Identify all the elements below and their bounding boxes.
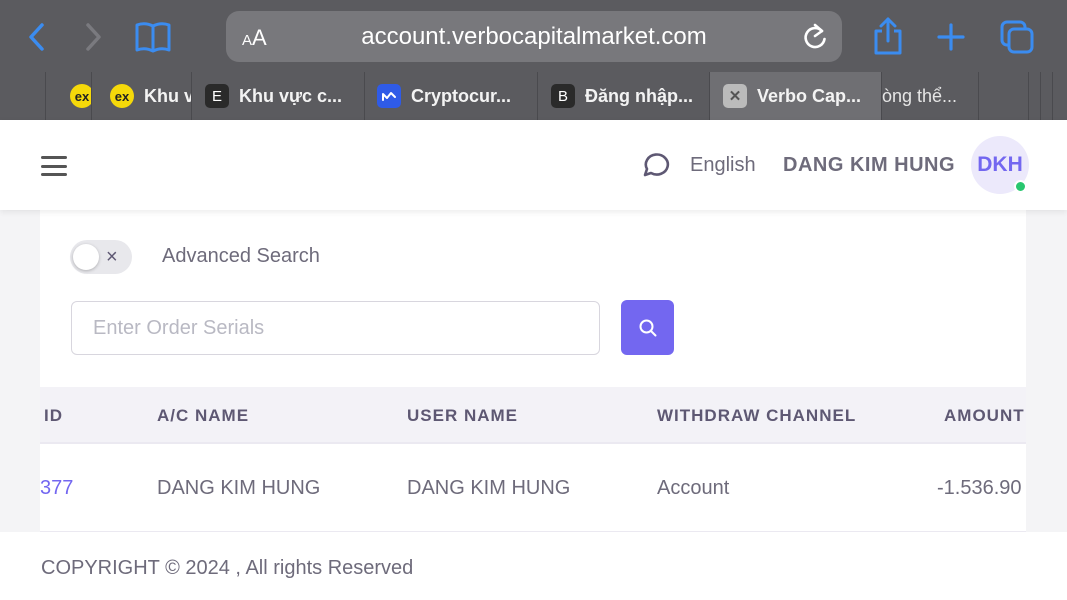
tab-placeholder	[1040, 72, 1052, 120]
column-header-id[interactable]: ID	[44, 406, 63, 426]
coinmarketcap-icon	[377, 84, 401, 108]
language-selector[interactable]: English	[690, 154, 756, 177]
url-text[interactable]: account.verbocapitalmarket.com	[226, 23, 842, 51]
user-name[interactable]: DANG KIM HUNG	[783, 154, 955, 177]
forward-icon[interactable]	[82, 22, 104, 52]
tab-cryptocurrency[interactable]: Cryptocur...	[364, 72, 537, 120]
tab-verbo-capital[interactable]: ✕ Verbo Cap...	[709, 72, 881, 120]
row-user-name: DANG KIM HUNG	[407, 477, 571, 499]
tab-placeholder	[1052, 72, 1067, 120]
app-header: English DANG KIM HUNG DKH	[0, 120, 1067, 210]
toggle-off-icon: ×	[106, 246, 118, 268]
advanced-search-label: Advanced Search	[162, 245, 320, 267]
tab-label: Khu vực c...	[239, 85, 343, 106]
close-tab-icon[interactable]: ✕	[723, 84, 747, 108]
tab-label: Đăng nhập...	[585, 85, 693, 106]
menu-icon[interactable]	[41, 156, 67, 176]
row-id-link[interactable]: 377	[40, 477, 73, 500]
row-ac-name: DANG KIM HUNG	[157, 477, 321, 499]
b-letter-icon: B	[551, 84, 575, 108]
copyright-text: COPYRIGHT © 2024 , All rights Reserved	[41, 557, 414, 579]
column-header-ac-name[interactable]: A/C NAME	[157, 406, 249, 426]
address-bar[interactable]: AA account.verbocapitalmarket.com	[226, 11, 842, 62]
tab-label: Verbo Cap...	[757, 85, 862, 106]
tab-exness-1[interactable]: ex	[45, 72, 91, 120]
exness-icon: ex	[110, 84, 134, 108]
advanced-search-toggle[interactable]: ×	[70, 240, 132, 274]
share-icon[interactable]	[872, 16, 904, 56]
online-status-dot	[1014, 180, 1027, 193]
back-icon[interactable]	[26, 22, 48, 52]
tab-placeholder	[1028, 72, 1040, 120]
table-header: ID A/C NAME USER NAME WITHDRAW CHANNEL A…	[40, 387, 1026, 444]
column-header-user-name[interactable]: USER NAME	[407, 406, 518, 426]
withdraw-history-card: × Advanced Search ID A/C NAME USER NAME …	[40, 210, 1026, 532]
page-footer: COPYRIGHT © 2024 , All rights Reserved	[0, 532, 1067, 600]
tab-label: Khu v	[144, 85, 191, 106]
toggle-knob	[73, 244, 99, 270]
tabs-overview-icon[interactable]	[999, 19, 1035, 55]
tab-exness-2[interactable]: ex Khu v	[91, 72, 191, 120]
tab-label: òng thể...	[882, 85, 958, 106]
tab-label: Cryptocur...	[411, 85, 512, 106]
column-header-withdraw-channel[interactable]: WITHDRAW CHANNEL	[657, 406, 856, 426]
tab-dang-nhap[interactable]: B Đăng nhập...	[537, 72, 709, 120]
exness-icon: ex	[70, 84, 91, 108]
table-row: 377 DANG KIM HUNG DANG KIM HUNG Account …	[40, 444, 1026, 532]
browser-toolbar: AA account.verbocapitalmarket.com	[0, 0, 1067, 72]
order-serials-input[interactable]	[71, 301, 600, 355]
reload-icon[interactable]	[802, 23, 828, 56]
row-withdraw-channel: Account	[657, 477, 730, 499]
e-letter-icon: E	[205, 84, 229, 108]
tab-khu-vuc[interactable]: E Khu vực c...	[191, 72, 364, 120]
search-icon	[639, 319, 656, 336]
bookmarks-icon[interactable]	[134, 20, 172, 54]
tab-bar: ex ex Khu v E Khu vực c... Cryptocur... …	[0, 72, 1067, 120]
new-tab-icon[interactable]	[936, 22, 966, 52]
chat-icon[interactable]	[640, 151, 670, 184]
tab-dong-the[interactable]: òng thể...	[881, 72, 978, 120]
search-button[interactable]	[621, 300, 674, 355]
tab-spacer	[0, 72, 45, 120]
column-header-amount[interactable]: AMOUNT	[944, 406, 1025, 426]
tab-placeholder	[978, 72, 1028, 120]
row-amount: -1.536.90	[937, 477, 1022, 499]
